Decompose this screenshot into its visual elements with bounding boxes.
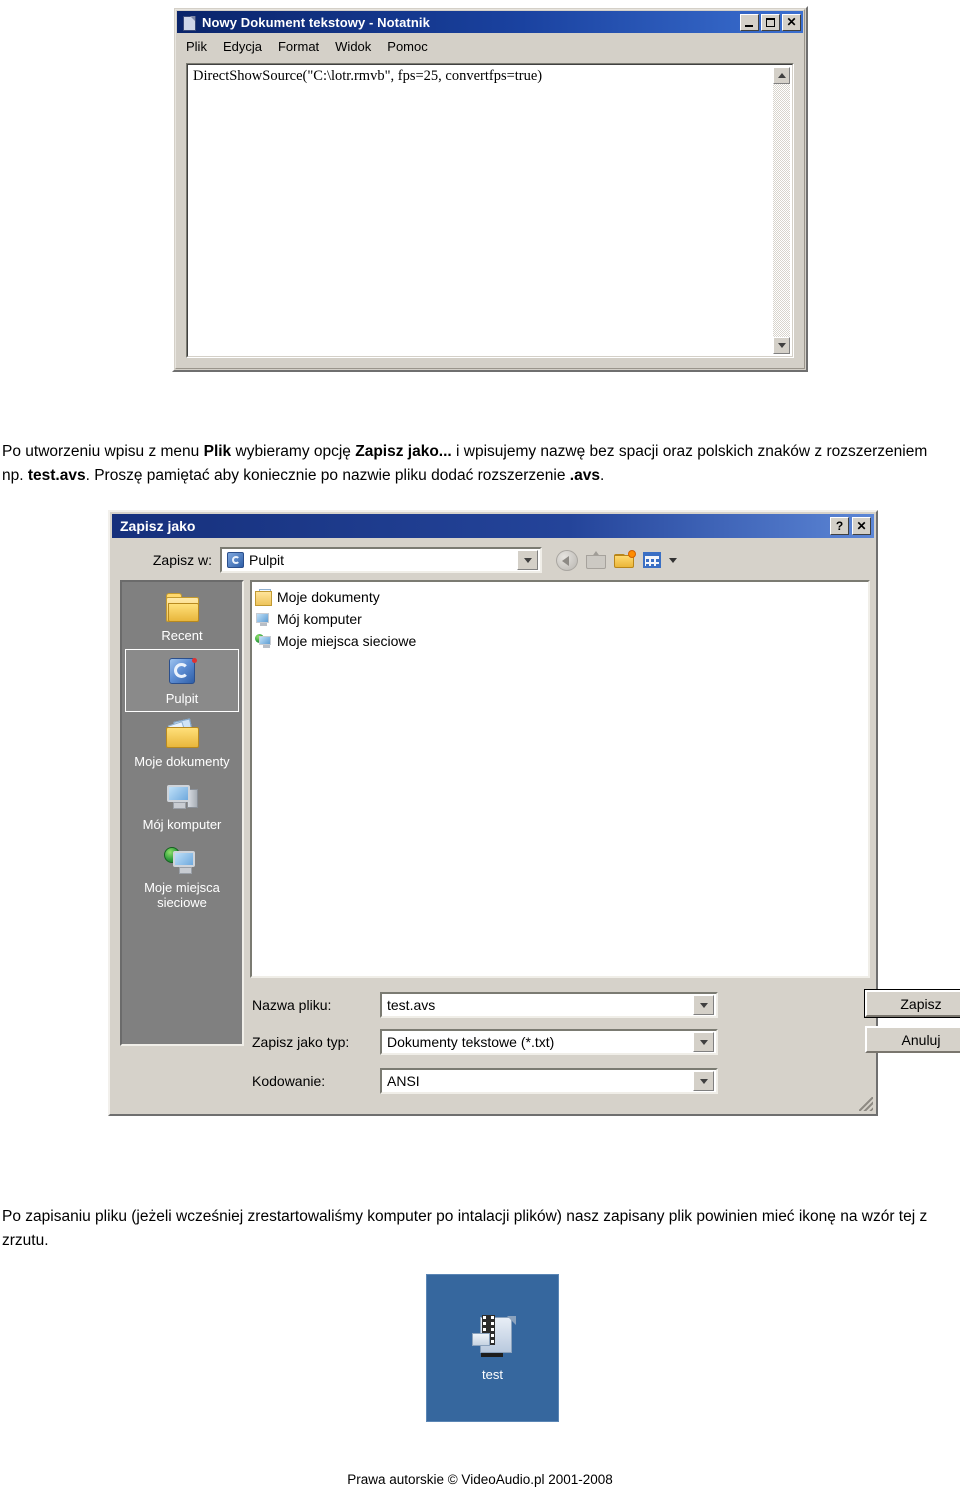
para1-bold-plik: Plik bbox=[203, 443, 232, 460]
para1-bold-avs: .avs bbox=[569, 467, 600, 484]
look-in-row: Zapisz w: Pulpit bbox=[120, 546, 868, 574]
list-item-label: Moje dokumenty bbox=[277, 589, 380, 605]
help-button[interactable]: ? bbox=[830, 517, 849, 535]
para1-text-1: Po utworzeniu wpisu z menu bbox=[2, 443, 204, 460]
dialog-window-controls: ? ✕ bbox=[830, 517, 871, 535]
my-documents-icon bbox=[255, 588, 272, 606]
places-item-moje-miejsca-sieciowe-label: Moje miejsca sieciowe bbox=[144, 880, 220, 910]
notepad-title: Nowy Dokument tekstowy - Notatnik bbox=[202, 14, 430, 30]
encoding-value: ANSI bbox=[387, 1073, 420, 1089]
notepad-titlebar: Nowy Dokument tekstowy - Notatnik ✕ bbox=[177, 11, 803, 33]
chevron-down-icon[interactable] bbox=[517, 550, 538, 570]
para1-text-5: . bbox=[599, 467, 605, 484]
para1-text-4: . Proszę pamiętać aby koniecznie po nazw… bbox=[85, 467, 570, 484]
save-as-type-label: Zapisz jako typ: bbox=[252, 1034, 350, 1050]
chevron-down-icon[interactable] bbox=[693, 1032, 714, 1052]
menu-item-format[interactable]: Format bbox=[270, 38, 327, 55]
dialog-title: Zapisz jako bbox=[120, 518, 196, 534]
places-item-moje-dokumenty-label: Moje dokumenty bbox=[134, 754, 230, 769]
new-folder-icon[interactable] bbox=[614, 549, 636, 571]
places-item-recent-label: Recent bbox=[161, 628, 203, 643]
notepad-text-area[interactable]: DirectShowSource("C:\lotr.rmvb", fps=25,… bbox=[186, 63, 794, 358]
file-list[interactable]: Moje dokumenty Mój komputer Moje miejsca… bbox=[250, 580, 870, 978]
list-item[interactable]: Mój komputer bbox=[255, 608, 868, 630]
notepad-script-text: DirectShowSource("C:\lotr.rmvb", fps=25,… bbox=[193, 68, 543, 84]
places-item-moje-miejsca-sieciowe[interactable]: Moje miejsca sieciowe bbox=[125, 838, 239, 916]
avisynth-script-file-icon bbox=[470, 1314, 516, 1357]
menu-item-edycja[interactable]: Edycja bbox=[215, 38, 270, 55]
places-item-moj-komputer[interactable]: Mój komputer bbox=[125, 775, 239, 838]
notepad-window: Nowy Dokument tekstowy - Notatnik ✕ Plik… bbox=[172, 6, 808, 372]
my-documents-icon bbox=[164, 718, 200, 751]
cancel-button[interactable]: Anuluj bbox=[865, 1026, 960, 1053]
encoding-row: Kodowanie: ANSI bbox=[252, 1068, 862, 1094]
file-name-row: Nazwa pliku: test.avs bbox=[252, 992, 862, 1018]
my-computer-icon bbox=[255, 611, 272, 628]
network-places-icon bbox=[164, 845, 200, 877]
up-one-level-icon[interactable] bbox=[585, 550, 607, 571]
notepad-text-area-inner[interactable]: DirectShowSource("C:\lotr.rmvb", fps=25,… bbox=[187, 64, 793, 357]
notepad-menubar: Plik Edycja Format Widok Pomoc bbox=[178, 36, 802, 56]
notepad-document-icon bbox=[181, 15, 197, 31]
save-as-type-value: Dokumenty tekstowe (*.txt) bbox=[387, 1034, 555, 1050]
places-item-recent[interactable]: Recent bbox=[125, 586, 239, 649]
places-item-pulpit-label: Pulpit bbox=[165, 691, 199, 706]
file-name-input[interactable]: test.avs bbox=[382, 997, 693, 1013]
places-item-pulpit[interactable]: Pulpit bbox=[125, 649, 239, 712]
file-name-label: Nazwa pliku: bbox=[252, 997, 332, 1013]
views-dropdown-arrow-icon[interactable] bbox=[669, 557, 677, 563]
notepad-vertical-scrollbar[interactable] bbox=[773, 67, 790, 354]
my-computer-icon bbox=[164, 782, 200, 814]
places-item-moje-dokumenty[interactable]: Moje dokumenty bbox=[125, 712, 239, 775]
list-item[interactable]: Moje dokumenty bbox=[255, 586, 868, 608]
scroll-up-arrow-icon[interactable] bbox=[773, 67, 790, 84]
desktop-icon bbox=[227, 552, 244, 568]
encoding-label: Kodowanie: bbox=[252, 1073, 326, 1089]
recent-folder-icon bbox=[164, 593, 200, 625]
places-bar: Recent Pulpit Moje dokumenty Mój kompute… bbox=[120, 580, 244, 1046]
list-item-label: Moje miejsca sieciowe bbox=[277, 633, 417, 649]
menu-item-pomoc[interactable]: Pomoc bbox=[379, 38, 435, 55]
desktop-icon-label: test bbox=[482, 1366, 503, 1382]
chevron-down-icon[interactable] bbox=[693, 1071, 714, 1091]
network-places-icon bbox=[255, 633, 272, 650]
save-as-type-combobox[interactable]: Dokumenty tekstowe (*.txt) bbox=[380, 1029, 718, 1055]
look-in-label: Zapisz w: bbox=[152, 552, 212, 568]
para1-text-2: wybieramy opcję bbox=[231, 443, 356, 460]
para1-bold-testavs: test.avs bbox=[27, 467, 86, 484]
file-name-combobox[interactable]: test.avs bbox=[380, 992, 718, 1018]
back-button-icon[interactable] bbox=[556, 549, 578, 571]
save-as-dialog: Zapisz jako ? ✕ Zapisz w: Pulpit Recent … bbox=[108, 510, 960, 1116]
list-item-label: Mój komputer bbox=[277, 611, 362, 627]
look-in-value: Pulpit bbox=[249, 552, 285, 568]
notepad-window-controls: ✕ bbox=[740, 13, 801, 31]
places-item-moj-komputer-label: Mój komputer bbox=[142, 817, 222, 832]
instruction-paragraph-2: Po zapisaniu pliku (jeżeli wcześniej zre… bbox=[2, 1208, 928, 1249]
chevron-down-icon[interactable] bbox=[693, 995, 714, 1015]
save-as-type-row: Zapisz jako typ: Dokumenty tekstowe (*.t… bbox=[252, 1029, 862, 1055]
menu-item-widok[interactable]: Widok bbox=[327, 38, 379, 55]
scroll-down-arrow-icon[interactable] bbox=[773, 337, 790, 354]
dialog-toolbar bbox=[556, 549, 677, 571]
list-item[interactable]: Moje miejsca sieciowe bbox=[255, 630, 868, 652]
views-icon[interactable] bbox=[643, 550, 665, 571]
save-button[interactable]: Zapisz bbox=[864, 989, 960, 1018]
close-button[interactable]: ✕ bbox=[782, 13, 801, 31]
menu-item-plik[interactable]: Plik bbox=[178, 38, 215, 55]
encoding-combobox[interactable]: ANSI bbox=[380, 1068, 718, 1094]
resize-grip-icon[interactable] bbox=[859, 1097, 873, 1111]
desktop-icon-sample: test bbox=[426, 1274, 559, 1422]
look-in-combobox[interactable]: Pulpit bbox=[220, 547, 542, 573]
para1-bold-zapisz-jako: Zapisz jako... bbox=[355, 443, 452, 460]
close-icon[interactable]: ✕ bbox=[852, 517, 871, 535]
maximize-button[interactable] bbox=[761, 13, 780, 31]
dialog-titlebar: Zapisz jako ? ✕ bbox=[112, 514, 874, 538]
minimize-button[interactable] bbox=[740, 13, 759, 31]
desktop-icon bbox=[164, 656, 200, 688]
copyright-footer: Prawa autorskie © VideoAudio.pl 2001-200… bbox=[347, 1472, 613, 1487]
instruction-paragraph-1: Po utworzeniu wpisu z menu Plik wybieram… bbox=[2, 440, 946, 488]
